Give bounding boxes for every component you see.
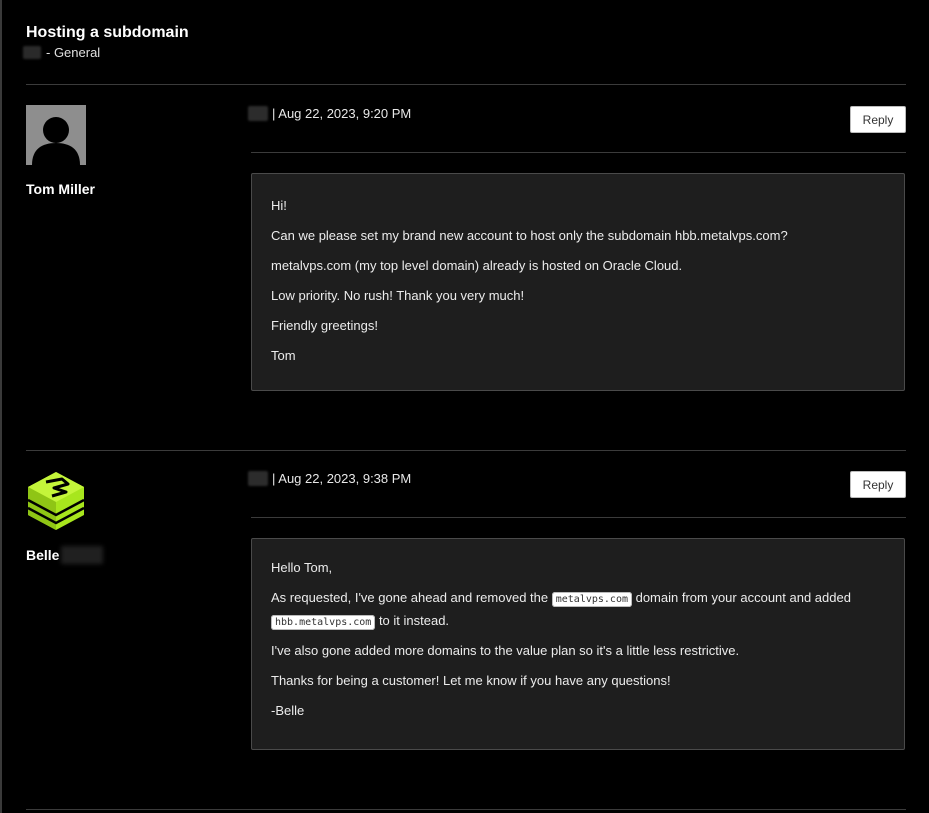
section-divider: [26, 809, 906, 810]
author-name: Belle: [26, 547, 60, 563]
text-fragment: domain from your account and added: [631, 590, 851, 605]
redacted-surname-chip: [61, 546, 104, 564]
redacted-user-chip: [23, 46, 41, 59]
inline-code-domain: metalvps.com: [551, 592, 632, 607]
post-body: Hi! Can we please set my brand new accou…: [251, 173, 905, 391]
default-user-avatar-icon: [26, 105, 86, 165]
post-divider: [251, 152, 906, 153]
window-edge: [0, 0, 2, 813]
post-line: Hi!: [271, 198, 287, 213]
thread-category-label: - General: [46, 45, 101, 60]
post-meta: | Aug 22, 2023, 9:38 PM: [248, 471, 411, 486]
section-divider: [26, 450, 906, 451]
post-author: Belle: [26, 546, 104, 564]
post-body: Hello Tom, As requested, I've gone ahead…: [251, 538, 905, 750]
post-author: Tom Miller: [26, 181, 95, 197]
post-timestamp: | Aug 22, 2023, 9:20 PM: [272, 106, 412, 121]
reply-button[interactable]: Reply: [850, 106, 906, 133]
thread-title: Hosting a subdomain: [26, 24, 189, 41]
post-line: metalvps.com (my top level domain) alrea…: [271, 258, 683, 273]
post-line: Hello Tom,: [271, 560, 333, 575]
thread-header: Hosting a subdomain - General: [23, 23, 189, 60]
post-line-with-code: As requested, I've gone ahead and remove…: [271, 586, 885, 632]
ticket-thread-page: Hosting a subdomain - General Tom Miller…: [0, 0, 929, 813]
post-line: Low priority. No rush! Thank you very mu…: [271, 288, 525, 303]
post-meta: | Aug 22, 2023, 9:20 PM: [248, 106, 411, 121]
post-line: Tom: [271, 348, 296, 363]
redacted-user-chip: [248, 106, 268, 121]
post-line: I've also gone added more domains to the…: [271, 643, 740, 658]
text-fragment: to it instead.: [375, 613, 450, 628]
reply-button[interactable]: Reply: [850, 471, 906, 498]
post-line: Can we please set my brand new account t…: [271, 228, 788, 243]
post-line: Friendly greetings!: [271, 318, 378, 333]
lime-cube-logo-icon: [26, 470, 86, 530]
post-line: -Belle: [271, 703, 305, 718]
author-name: Tom Miller: [26, 181, 95, 197]
post-timestamp: | Aug 22, 2023, 9:38 PM: [272, 471, 412, 486]
post-line: Thanks for being a customer! Let me know…: [271, 673, 671, 688]
thread-category: - General: [23, 45, 189, 60]
section-divider: [26, 84, 906, 85]
redacted-user-chip: [248, 471, 268, 486]
inline-code-subdomain: hbb.metalvps.com: [271, 615, 376, 630]
text-fragment: As requested, I've gone ahead and remove…: [271, 590, 552, 605]
post-divider: [251, 517, 906, 518]
